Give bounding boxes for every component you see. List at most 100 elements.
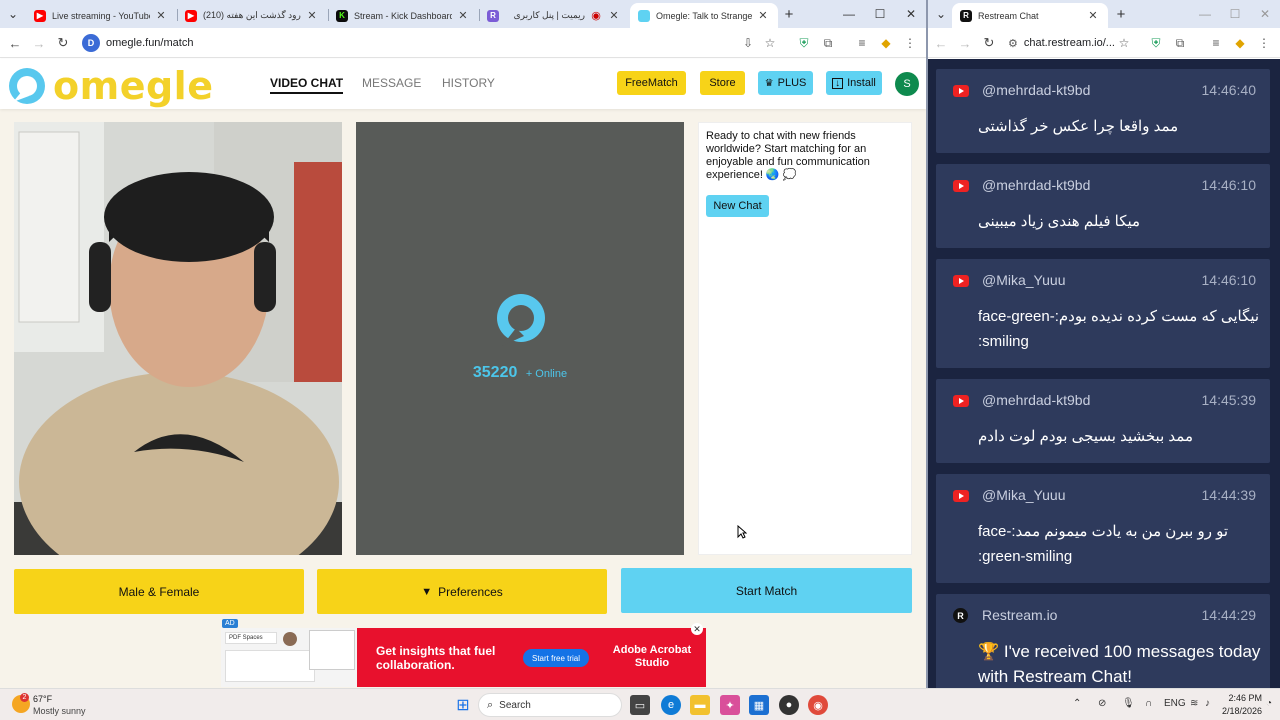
- new-tab-button[interactable]: +: [776, 0, 802, 28]
- tab-omegle[interactable]: Omegle: Talk to Strangers ✕: [630, 3, 778, 28]
- reload-icon[interactable]: ↻: [980, 34, 998, 52]
- new-chat-button[interactable]: New Chat: [706, 195, 769, 217]
- extensions-icon[interactable]: ⧉: [820, 35, 836, 51]
- menu-icon[interactable]: ⋮: [1256, 35, 1272, 51]
- edge-icon[interactable]: e: [661, 695, 681, 715]
- address-bar: ← → ↻ ⚙ chat.restream.io/... ☆ ⛨ ⧉ ≡ ◆ ⋮: [928, 28, 1280, 58]
- copilot-icon[interactable]: ✦: [720, 695, 740, 715]
- install-button[interactable]: ↓ Install: [826, 71, 882, 95]
- tab-kick-dashboard[interactable]: K Stream - Kick Dashboard ✕: [328, 3, 478, 28]
- volume-icon[interactable]: ♪: [1205, 698, 1210, 709]
- extensions-icon[interactable]: ⧉: [1172, 35, 1188, 51]
- new-tab-button[interactable]: +: [1108, 0, 1134, 28]
- tab-youtube-studio[interactable]: ▶ Live streaming - YouTube Studio ✕: [26, 3, 176, 28]
- menu-icon[interactable]: ⋮: [902, 35, 918, 51]
- nav-video-chat[interactable]: VIDEO CHAT: [270, 76, 344, 94]
- chrome-icon[interactable]: ◉: [808, 695, 828, 715]
- close-icon[interactable]: ✕: [305, 9, 319, 22]
- tab-label: Live streaming - YouTube Studio: [52, 10, 150, 21]
- wifi-icon[interactable]: ≋: [1190, 698, 1198, 709]
- tab-youtube-video[interactable]: ▶ (210) ج رود گذشت این هفته ✕: [177, 3, 327, 28]
- taskbar-search[interactable]: ⌕ Search: [478, 693, 622, 717]
- weather-temp[interactable]: 67°F: [33, 694, 52, 704]
- clock-date[interactable]: 2/18/2026: [1212, 706, 1262, 716]
- profile-extension-icon[interactable]: ◆: [878, 35, 894, 51]
- notification-bell-icon[interactable]: ◔: [1266, 698, 1272, 709]
- nav-history[interactable]: HISTORY: [442, 76, 495, 90]
- gender-select-button[interactable]: Male & Female: [14, 569, 304, 614]
- preferences-button[interactable]: ▼ Preferences: [317, 569, 607, 614]
- store-icon[interactable]: ▦: [749, 695, 769, 715]
- ad-close-icon[interactable]: ✕: [691, 623, 703, 635]
- extension-shield-icon[interactable]: ⛨: [1148, 35, 1164, 51]
- tab-label: Omegle: Talk to Strangers: [656, 10, 752, 21]
- close-window-button[interactable]: ✕: [896, 0, 926, 28]
- minimize-button[interactable]: —: [1190, 0, 1220, 28]
- ad-cta-button[interactable]: Start free trial: [523, 649, 589, 667]
- install-app-icon[interactable]: ⇩: [740, 35, 756, 51]
- tab-search-icon[interactable]: ⌄: [2, 0, 24, 28]
- extension-shield-icon[interactable]: ⛨: [796, 35, 812, 51]
- back-icon[interactable]: ←: [6, 34, 24, 52]
- url-field[interactable]: D omegle.fun/match: [82, 32, 782, 54]
- self-video: [14, 122, 342, 555]
- close-icon[interactable]: ✕: [154, 9, 168, 22]
- message-username: @Mika_Yuuu: [982, 272, 1066, 288]
- profile-extension-icon[interactable]: ◆: [1232, 35, 1248, 51]
- ad-brand: Adobe Acrobat Studio: [612, 644, 692, 669]
- close-icon[interactable]: ✕: [756, 9, 770, 22]
- site-header: omegle VIDEO CHAT MESSAGE HISTORY FreeMa…: [0, 59, 926, 109]
- nav-message[interactable]: MESSAGE: [362, 76, 421, 90]
- url-field[interactable]: ⚙ chat.restream.io/...: [1008, 32, 1128, 54]
- forward-icon[interactable]: →: [30, 34, 48, 52]
- close-icon[interactable]: ✕: [456, 9, 470, 22]
- start-match-button[interactable]: Start Match: [621, 568, 912, 613]
- omegle-logo[interactable]: omegle: [7, 64, 213, 108]
- tab-bar: ⌄ R Restream Chat ✕ + — ☐ ✕: [928, 0, 1280, 28]
- freematch-button[interactable]: FreeMatch: [617, 71, 686, 95]
- weather-desc[interactable]: Mostly sunny: [33, 706, 86, 716]
- windows-start-icon[interactable]: ⊞: [453, 695, 473, 715]
- ad-doc-card: [225, 650, 315, 682]
- bookmark-star-icon[interactable]: ☆: [762, 35, 778, 51]
- tray-chevron-icon[interactable]: ⌃: [1073, 698, 1081, 709]
- bookmark-star-icon[interactable]: ☆: [1116, 35, 1132, 51]
- youtube-icon: [953, 85, 969, 97]
- obs-icon[interactable]: ●: [779, 695, 799, 715]
- ad-doc-preview: PDF Spaces: [221, 628, 357, 687]
- close-icon[interactable]: ✕: [607, 9, 621, 22]
- file-explorer-icon[interactable]: ▬: [690, 695, 710, 715]
- close-window-button[interactable]: ✕: [1250, 0, 1280, 28]
- maximize-button[interactable]: ☐: [865, 0, 895, 28]
- back-icon[interactable]: ←: [932, 34, 950, 52]
- minimize-button[interactable]: —: [834, 0, 864, 28]
- clock-time[interactable]: 2:46 PM: [1224, 693, 1262, 703]
- youtube-icon: ▶: [34, 9, 46, 22]
- close-icon[interactable]: ✕: [1086, 9, 1100, 22]
- message-text: میکا فیلم هندی زیاد میبینی: [978, 213, 1141, 230]
- headset-icon[interactable]: ∩: [1145, 698, 1152, 709]
- network-off-icon[interactable]: ⊘: [1098, 698, 1106, 709]
- ad-banner[interactable]: PDF Spaces Get insights that fuel collab…: [221, 628, 706, 687]
- tab-restream-chat[interactable]: R Restream Chat ✕: [952, 3, 1108, 28]
- microphone-icon[interactable]: 🎙: [1122, 698, 1135, 709]
- restream-chat-feed: @mehrdad-kt9bd 14:46:40 ممد واقعا چرا عک…: [928, 59, 1280, 688]
- tab-search-icon[interactable]: ⌄: [930, 0, 952, 28]
- site-info-icon[interactable]: ⚙: [1008, 37, 1018, 50]
- omegle-logo-icon: [9, 68, 45, 104]
- message-username: @mehrdad-kt9bd: [982, 392, 1091, 408]
- media-control-icon[interactable]: ≡: [1208, 35, 1224, 51]
- store-button[interactable]: Store: [700, 71, 745, 95]
- language-indicator[interactable]: ENG: [1164, 698, 1186, 709]
- tab-remit-panel[interactable]: R ریمیت | پنل کاربری ◉ ✕: [479, 3, 629, 28]
- maximize-button[interactable]: ☐: [1220, 0, 1250, 28]
- media-control-icon[interactable]: ≡: [854, 35, 870, 51]
- tab-bar: ⌄ ▶ Live streaming - YouTube Studio ✕ ▶ …: [0, 0, 926, 28]
- plus-button[interactable]: ♛ PLUS: [758, 71, 813, 95]
- site-info-icon[interactable]: D: [82, 34, 100, 52]
- task-view-icon[interactable]: ▭: [630, 695, 650, 715]
- reload-icon[interactable]: ↻: [54, 34, 72, 52]
- avatar[interactable]: S: [895, 72, 919, 96]
- preferences-label: Preferences: [438, 584, 503, 599]
- forward-icon[interactable]: →: [956, 34, 974, 52]
